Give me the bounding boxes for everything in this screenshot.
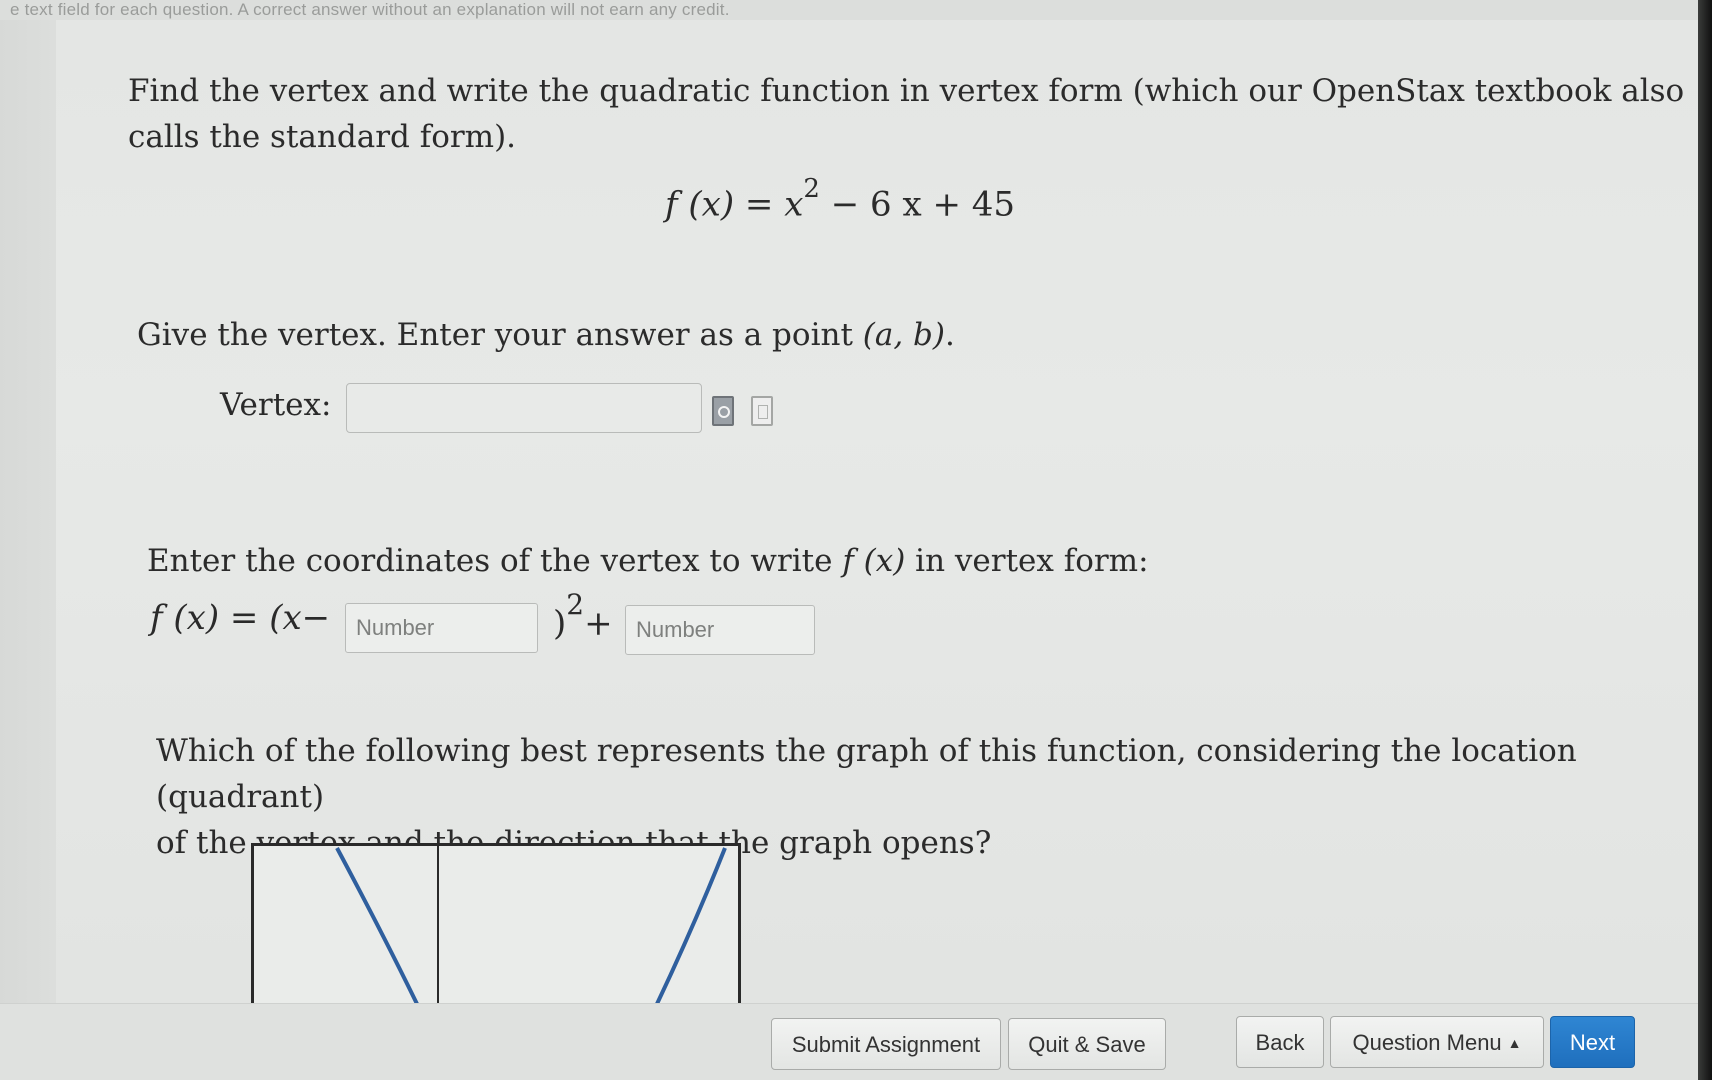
plus-sign: + [584,603,613,644]
vertex-form-prompt-text: Enter the coordinates of the vertex to w… [147,543,843,579]
left-gutter [0,20,57,1004]
next-button[interactable]: Next [1550,1016,1635,1068]
vertex-input[interactable] [346,383,702,433]
equation-rhs: − 6 x + 45 [819,184,1016,225]
submit-assignment-button[interactable]: Submit Assignment [771,1018,1001,1070]
parabola-right-branch [655,847,727,1003]
document-icon[interactable] [751,396,773,426]
screen-edge [1698,0,1712,1080]
question-menu-button[interactable]: Question Menu ▲ [1330,1016,1544,1068]
vertex-form-lhs: f (x) = (x− [150,598,331,638]
vertex-form-prompt: Enter the coordinates of the vertex to w… [147,538,1149,584]
question-intro-line1: Find the vertex and write the quadratic … [128,73,1685,109]
graph-prompt-line1: Which of the following best represents t… [156,733,1577,815]
equation-lhs: f (x) = x [665,184,804,225]
graph-option-svg [335,846,727,1003]
back-button[interactable]: Back [1236,1016,1324,1068]
question-menu-label: Question Menu [1352,1030,1502,1055]
question-intro-line2: calls the standard form). [128,119,517,155]
graph-option-a[interactable] [251,843,741,1003]
vertex-form-prompt-end: in vertex form: [905,543,1149,579]
caret-up-icon: ▲ [1507,1035,1522,1051]
h-number-input[interactable]: Number [345,603,538,653]
vertex-prompt-end: . [945,317,955,353]
vertex-form-middle: )2+ [553,588,613,644]
vertex-prompt: Give the vertex. Enter your answer as a … [137,312,955,358]
vertex-prompt-text: Give the vertex. Enter your answer as a … [137,317,863,353]
function-equation: f (x) = x2 − 6 x + 45 [665,174,1016,225]
quit-save-button[interactable]: Quit & Save [1008,1018,1166,1070]
question-intro: Find the vertex and write the quadratic … [128,68,1684,160]
equation-exponent: 2 [803,174,820,204]
preview-icon[interactable] [712,396,734,426]
k-number-input[interactable]: Number [625,605,815,655]
instructions-strip: e text field for each question. A correc… [0,0,1712,20]
vertex-form-prompt-fx: f (x) [842,543,906,579]
close-paren: ) [553,603,567,644]
square-exponent: 2 [566,588,585,621]
vertex-prompt-point: (a, b) [862,317,945,353]
vertex-label: Vertex: [220,387,332,423]
parabola-left-branch [335,847,419,1003]
